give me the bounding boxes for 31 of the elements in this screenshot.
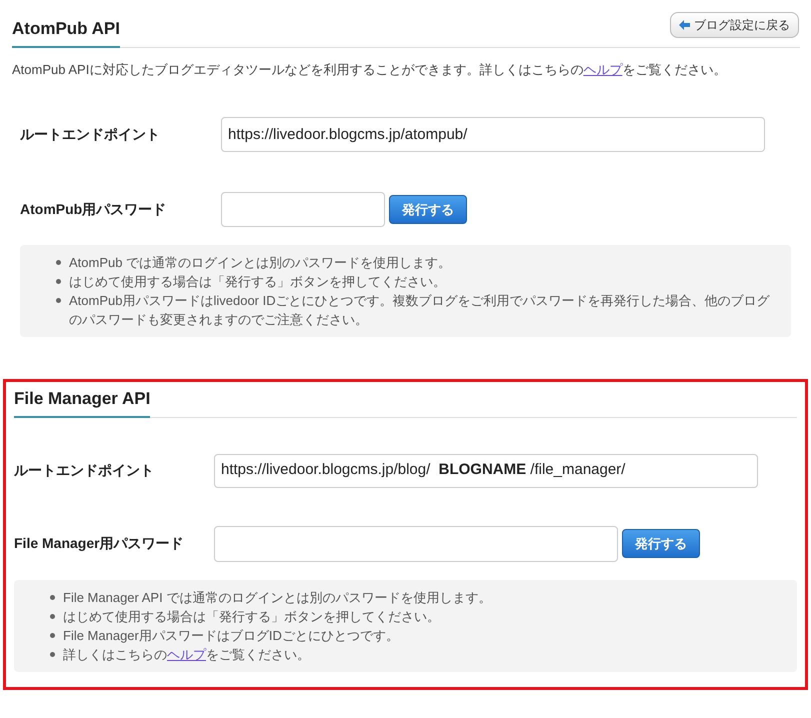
section-title: AtomPub API	[12, 16, 120, 48]
bullet-icon	[56, 260, 61, 265]
issue-button[interactable]: 発行する	[389, 195, 467, 224]
bullet-icon	[50, 632, 55, 638]
password-field[interactable]	[214, 526, 618, 562]
help-link[interactable]: ヘルプ	[167, 646, 206, 662]
description-text: AtomPub APIに対応したブログエディタツールなどを利用することができます。詳しくはこちらのヘルプをご覧ください。	[12, 60, 728, 78]
note-text: はじめて使用する場合は「発行する」ボタンを押してください。	[63, 608, 440, 626]
endpoint-field[interactable]: https://livedoor.blogcms.jp/blog/ BLOGNAME /file_manager/	[214, 454, 758, 488]
note-text: AtomPub用パスワードはlivedoor IDごとにひとつです。複数ブログをご利用でパスワードを再発行した場合、他のブログのパスワードも変更されますのでご注意ください。	[69, 292, 771, 329]
password-field[interactable]	[221, 192, 385, 227]
field-label: AtomPub用パスワード	[20, 200, 168, 219]
back-button[interactable]: ブログ設定に戻る	[670, 12, 799, 38]
bullet-icon	[50, 614, 55, 618]
field-label: ルートエンドポイント	[14, 461, 155, 480]
field-label: File Manager用パスワード	[14, 534, 185, 553]
issue-button[interactable]: 発行する	[622, 529, 700, 558]
bullet-icon	[56, 298, 61, 303]
help-link[interactable]: ヘルプ	[583, 62, 622, 76]
note-text: AtomPub では通常のログインとは別のパスワードを使用します。	[69, 254, 452, 272]
section-title: File Manager API	[14, 386, 150, 418]
note-text: File Manager API では通常のログインとは別のパスワードを使用します。	[63, 588, 492, 606]
note-text: File Manager用パスワードはブログIDごとにひとつです。	[63, 626, 399, 644]
bullet-icon	[56, 279, 61, 284]
endpoint-field[interactable]: https://livedoor.blogcms.jp/atompub/	[221, 117, 765, 152]
note-text: はじめて使用する場合は「発行する」ボタンを押してください。	[69, 273, 446, 291]
bullet-icon	[50, 652, 55, 656]
arrow-left-icon	[679, 20, 690, 30]
bullet-icon	[50, 594, 55, 600]
note-text: 詳しくはこちらのヘルプをご覧ください。	[63, 646, 310, 664]
field-label: ルートエンドポイント	[20, 125, 161, 144]
